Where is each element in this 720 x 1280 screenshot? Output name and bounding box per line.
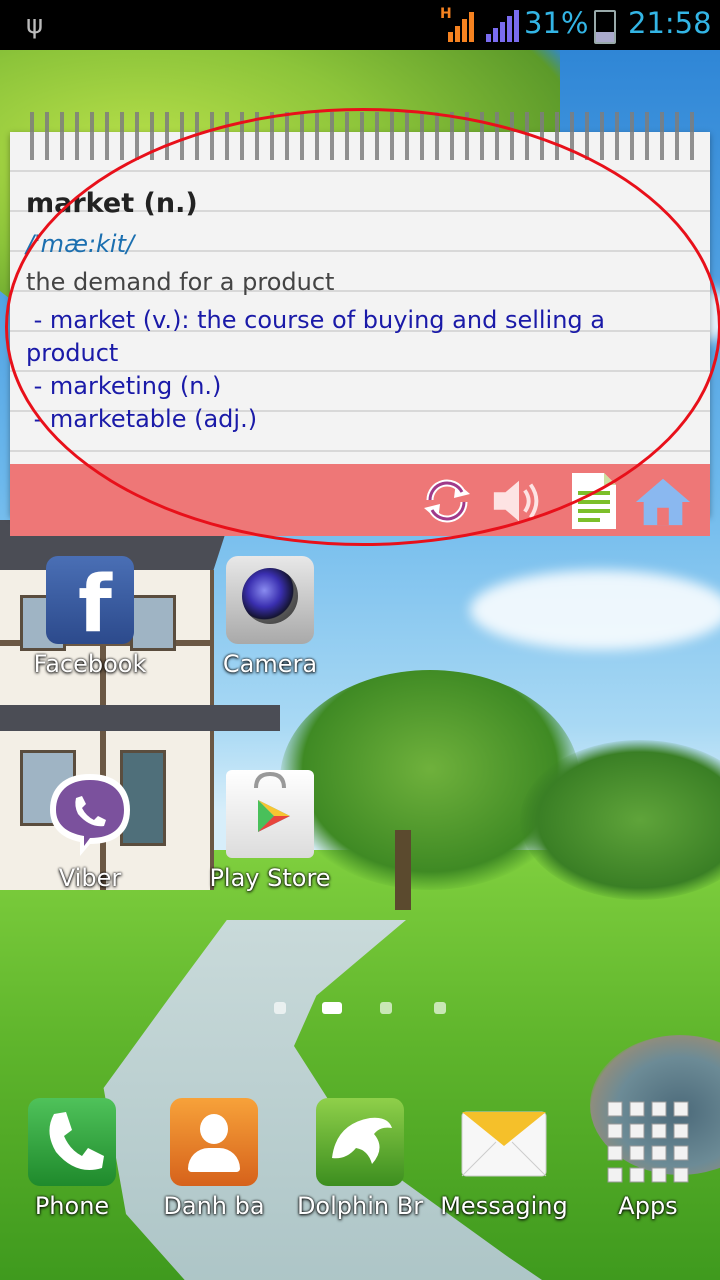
dock-apps[interactable]: Apps — [578, 1098, 718, 1220]
page-dot — [274, 1002, 286, 1014]
app-label: Apps — [618, 1192, 678, 1220]
apps-grid-icon — [604, 1098, 692, 1186]
camera-icon — [226, 556, 314, 644]
highlight-circle — [5, 108, 720, 546]
facebook-icon: f — [46, 556, 134, 650]
contacts-icon — [170, 1098, 258, 1186]
usb-icon: ψ — [26, 10, 44, 40]
page-indicator — [270, 1002, 460, 1016]
app-label: Danh ba — [163, 1192, 265, 1220]
dock-phone[interactable]: Phone — [2, 1098, 142, 1220]
app-viber[interactable]: Viber — [20, 770, 160, 892]
phone-icon — [28, 1098, 116, 1186]
app-play-store[interactable]: Play Store — [200, 770, 340, 892]
app-label: Dolphin Br — [296, 1192, 424, 1220]
app-camera[interactable]: Camera — [200, 556, 340, 678]
home-button[interactable] — [634, 472, 692, 530]
app-label: Viber — [58, 864, 122, 892]
battery-percent: 31% — [524, 6, 589, 40]
play-store-icon — [226, 770, 314, 858]
app-label: Messaging — [440, 1192, 568, 1220]
dock-contacts[interactable]: Danh ba — [144, 1098, 284, 1220]
app-label: Play Store — [209, 864, 331, 892]
home-icon — [635, 478, 691, 526]
status-bar: ψ H 31% 21:58 — [0, 0, 720, 50]
clock: 21:58 — [628, 6, 712, 40]
wifi-signal-icon — [484, 10, 519, 42]
battery-icon — [594, 10, 616, 44]
dock-messaging[interactable]: Messaging — [434, 1098, 574, 1220]
page-dot-active — [322, 1002, 342, 1014]
viber-icon — [46, 770, 134, 858]
dock-dolphin-browser[interactable]: Dolphin Br — [290, 1098, 430, 1220]
app-facebook[interactable]: f Facebook — [20, 556, 160, 678]
page-dot — [434, 1002, 446, 1014]
dolphin-icon — [316, 1098, 404, 1186]
app-label: Phone — [34, 1192, 110, 1220]
app-label: Facebook — [33, 650, 147, 678]
messaging-icon — [460, 1098, 548, 1186]
mobile-signal-icon: H — [440, 6, 474, 42]
page-dot — [380, 1002, 392, 1014]
app-label: Camera — [222, 650, 318, 678]
